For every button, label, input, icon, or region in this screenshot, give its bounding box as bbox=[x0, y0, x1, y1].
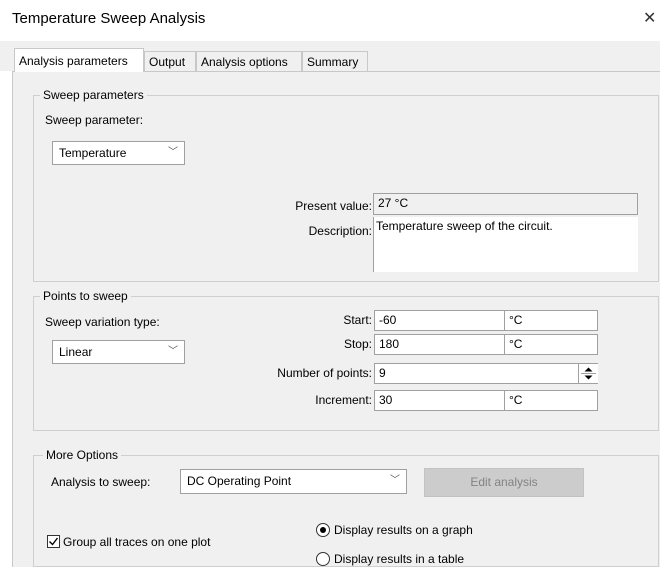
chevron-down-icon: ﹀ bbox=[168, 346, 178, 357]
increment-value: 30 bbox=[379, 393, 393, 407]
checkmark-icon bbox=[49, 537, 59, 546]
sweep-variation-select[interactable]: Linear ﹀ bbox=[52, 340, 185, 364]
tab-output[interactable]: Output bbox=[144, 51, 196, 71]
spinner-arrows-icon bbox=[581, 367, 596, 380]
present-value-field: 27 °C bbox=[373, 193, 638, 215]
start-unit: °C bbox=[504, 310, 598, 331]
stop-input[interactable]: 180 bbox=[374, 334, 505, 355]
start-value: -60 bbox=[379, 313, 397, 327]
description-field[interactable]: Temperature sweep of the circuit. bbox=[373, 217, 638, 272]
display-table-radio[interactable] bbox=[316, 552, 330, 566]
group-traces-label: Group all traces on one plot bbox=[63, 535, 211, 549]
increment-unit: °C bbox=[504, 390, 598, 411]
group-traces-checkbox[interactable] bbox=[47, 535, 60, 548]
edit-analysis-button[interactable]: Edit analysis bbox=[424, 468, 584, 497]
points-to-sweep-legend: Points to sweep bbox=[40, 289, 131, 303]
stop-value: 180 bbox=[379, 337, 400, 351]
sweep-parameter-select[interactable]: Temperature ﹀ bbox=[52, 141, 185, 165]
present-value-text: 27 °C bbox=[378, 196, 409, 210]
sweep-variation-label: Sweep variation type: bbox=[45, 315, 160, 329]
number-of-points-label: Number of points: bbox=[277, 366, 372, 380]
display-graph-label: Display results on a graph bbox=[334, 523, 473, 537]
tab-analysis-options[interactable]: Analysis options bbox=[196, 51, 302, 71]
analysis-to-sweep-label: Analysis to sweep: bbox=[51, 475, 151, 489]
unit-text: °C bbox=[509, 337, 523, 351]
start-input[interactable]: -60 bbox=[374, 310, 505, 331]
chevron-down-icon: ﹀ bbox=[168, 147, 178, 158]
tab-analysis-parameters[interactable]: Analysis parameters bbox=[14, 48, 144, 72]
select-value: Temperature bbox=[59, 146, 127, 160]
sweep-parameters-legend: Sweep parameters bbox=[40, 88, 147, 102]
analysis-to-sweep-select[interactable]: DC Operating Point ﹀ bbox=[180, 469, 407, 494]
description-label: Description: bbox=[308, 224, 372, 238]
select-value: DC Operating Point bbox=[187, 474, 292, 488]
sweep-parameter-label: Sweep parameter: bbox=[45, 113, 144, 127]
unit-text: °C bbox=[509, 313, 523, 327]
tab-label: Summary bbox=[307, 55, 359, 69]
stop-unit: °C bbox=[504, 334, 598, 355]
unit-text: °C bbox=[509, 393, 523, 407]
chevron-down-icon: ﹀ bbox=[390, 475, 400, 486]
description-text: Temperature sweep of the circuit. bbox=[376, 219, 553, 233]
close-icon[interactable]: ✕ bbox=[643, 8, 656, 28]
number-of-points-value: 9 bbox=[379, 366, 386, 380]
tab-summary[interactable]: Summary bbox=[302, 51, 368, 71]
present-value-label: Present value: bbox=[295, 199, 372, 213]
more-options-legend: More Options bbox=[43, 448, 122, 462]
number-of-points-spinner[interactable] bbox=[578, 364, 598, 383]
increment-label: Increment: bbox=[315, 393, 372, 407]
tab-label: Analysis parameters bbox=[19, 54, 128, 68]
button-label: Edit analysis bbox=[470, 475, 538, 489]
start-label: Start: bbox=[343, 313, 372, 327]
display-table-label: Display results in a table bbox=[334, 552, 465, 566]
select-value: Linear bbox=[59, 345, 93, 359]
tab-label: Output bbox=[149, 55, 186, 69]
display-graph-radio[interactable] bbox=[316, 523, 330, 537]
window-title: Temperature Sweep Analysis bbox=[12, 10, 206, 27]
increment-input[interactable]: 30 bbox=[374, 390, 505, 411]
tab-label: Analysis options bbox=[201, 55, 288, 69]
number-of-points-input[interactable]: 9 bbox=[374, 363, 598, 384]
stop-label: Stop: bbox=[343, 337, 372, 351]
